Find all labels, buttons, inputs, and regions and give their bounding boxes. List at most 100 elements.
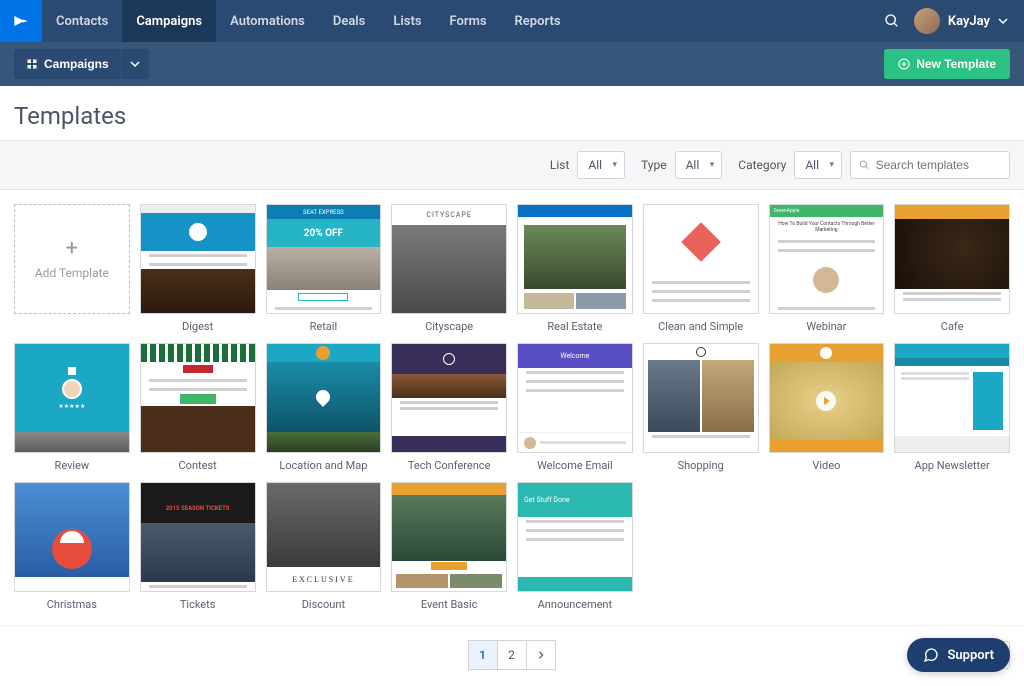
add-template-card[interactable]: + Add Template (14, 204, 130, 333)
sub-bar: Campaigns New Template (0, 42, 1024, 86)
template-thumb[interactable]: GreenAppleHow To Build Your Contacts Thr… (769, 204, 885, 314)
search-icon[interactable] (884, 13, 900, 29)
chevron-right-icon (537, 651, 545, 659)
template-thumb[interactable]: CITYSCAPE (391, 204, 507, 314)
chevron-down-icon (998, 16, 1008, 26)
template-label: Cityscape (425, 320, 473, 333)
pagination-bar: 12 ROWS 20 (0, 625, 1024, 684)
template-label: Announcement (538, 598, 612, 611)
nav-item-lists[interactable]: Lists (379, 0, 435, 42)
template-card[interactable]: Cafe (894, 204, 1010, 333)
pager: 12 (469, 640, 556, 670)
page-title: Templates (0, 86, 1024, 140)
template-thumb[interactable] (266, 343, 382, 453)
template-thumb[interactable]: EXCLUSIVE (266, 482, 382, 592)
template-thumb[interactable] (14, 482, 130, 592)
search-templates[interactable] (850, 151, 1010, 179)
template-label: Contest (179, 459, 217, 472)
breadcrumb-dropdown[interactable] (121, 49, 149, 79)
template-thumb[interactable] (517, 204, 633, 314)
support-button[interactable]: Support (907, 638, 1010, 672)
nav-items: ContactsCampaignsAutomationsDealsListsFo… (42, 0, 575, 42)
template-card[interactable]: Get Stuff Done Announcement (517, 482, 633, 611)
template-card[interactable]: WelcomeWelcome Email (517, 343, 633, 472)
template-thumb[interactable] (140, 204, 256, 314)
template-thumb[interactable] (769, 343, 885, 453)
template-card[interactable]: EXCLUSIVE Discount (266, 482, 382, 611)
logo[interactable] (0, 0, 42, 42)
filter-list-select[interactable]: All (577, 151, 625, 179)
template-label: Discount (302, 598, 345, 611)
template-card[interactable]: App Newsletter (894, 343, 1010, 472)
templates-grid: + Add Template Digest SEAT EXPRESS20% OFF Re… (14, 204, 1010, 611)
template-thumb[interactable] (643, 343, 759, 453)
template-card[interactable]: GreenAppleHow To Build Your Contacts Thr… (769, 204, 885, 333)
template-card[interactable]: Christmas (14, 482, 130, 611)
filter-type-label: Type (641, 158, 667, 172)
template-label: App Newsletter (915, 459, 990, 472)
template-card[interactable]: Contest (140, 343, 256, 472)
template-card[interactable]: Event Basic (391, 482, 507, 611)
filter-list-label: List (550, 158, 570, 172)
nav-item-reports[interactable]: Reports (501, 0, 575, 42)
add-template-label: Add Template (35, 266, 109, 280)
filter-type-select[interactable]: All (675, 151, 723, 179)
template-label: Retail (310, 320, 338, 333)
template-card[interactable]: Video (769, 343, 885, 472)
template-card[interactable]: Real Estate (517, 204, 633, 333)
plus-icon: + (66, 238, 78, 260)
new-template-button[interactable]: New Template (884, 49, 1010, 79)
template-label: Digest (182, 320, 213, 333)
template-thumb[interactable] (140, 343, 256, 453)
nav-item-contacts[interactable]: Contacts (42, 0, 122, 42)
template-thumb[interactable]: 2015 SEASON TICKETS (140, 482, 256, 592)
filter-category-label: Category (738, 158, 786, 172)
user-name: KayJay (948, 14, 990, 29)
nav-item-forms[interactable]: Forms (436, 0, 501, 42)
page-1[interactable]: 1 (468, 640, 498, 670)
template-label: Event Basic (421, 598, 478, 611)
template-label: Video (812, 459, 840, 472)
nav-item-campaigns[interactable]: Campaigns (122, 0, 216, 42)
page-next[interactable] (526, 640, 556, 670)
template-thumb[interactable] (643, 204, 759, 314)
breadcrumb-button[interactable]: Campaigns (14, 49, 121, 79)
template-label: Tickets (180, 598, 216, 611)
filter-bar: List All Type All Category All (0, 140, 1024, 190)
template-label: Shopping (678, 459, 724, 472)
support-label: Support (947, 648, 994, 663)
template-thumb[interactable]: Welcome (517, 343, 633, 453)
template-card[interactable]: CITYSCAPE Cityscape (391, 204, 507, 333)
template-thumb[interactable] (894, 204, 1010, 314)
template-label: Christmas (47, 598, 97, 611)
template-card[interactable]: Digest (140, 204, 256, 333)
nav-item-deals[interactable]: Deals (319, 0, 380, 42)
chevron-down-icon (130, 59, 140, 69)
template-thumb[interactable] (391, 482, 507, 592)
nav-item-automations[interactable]: Automations (216, 0, 319, 42)
search-input[interactable] (876, 158, 1001, 172)
filter-category-select[interactable]: All (794, 151, 842, 179)
template-thumb[interactable] (391, 343, 507, 453)
template-label: Review (55, 459, 90, 472)
template-card[interactable]: ★★★★★ Review (14, 343, 130, 472)
template-thumb[interactable]: SEAT EXPRESS20% OFF (266, 204, 382, 314)
template-label: Location and Map (279, 459, 367, 472)
template-thumb[interactable]: ★★★★★ (14, 343, 130, 453)
template-card[interactable]: Clean and Simple (643, 204, 759, 333)
campaigns-icon (26, 58, 38, 70)
plus-circle-icon (898, 58, 910, 70)
template-card[interactable]: Location and Map (266, 343, 382, 472)
template-card[interactable]: Shopping (643, 343, 759, 472)
template-label: Webinar (806, 320, 846, 333)
template-card[interactable]: 2015 SEASON TICKETS Tickets (140, 482, 256, 611)
template-label: Clean and Simple (658, 320, 743, 333)
page-2[interactable]: 2 (497, 640, 527, 670)
user-menu[interactable]: KayJay (914, 8, 1008, 34)
template-thumb[interactable]: Get Stuff Done (517, 482, 633, 592)
search-icon (859, 159, 870, 171)
template-label: Real Estate (547, 320, 602, 333)
template-card[interactable]: SEAT EXPRESS20% OFF Retail (266, 204, 382, 333)
template-card[interactable]: Tech Conference (391, 343, 507, 472)
template-thumb[interactable] (894, 343, 1010, 453)
